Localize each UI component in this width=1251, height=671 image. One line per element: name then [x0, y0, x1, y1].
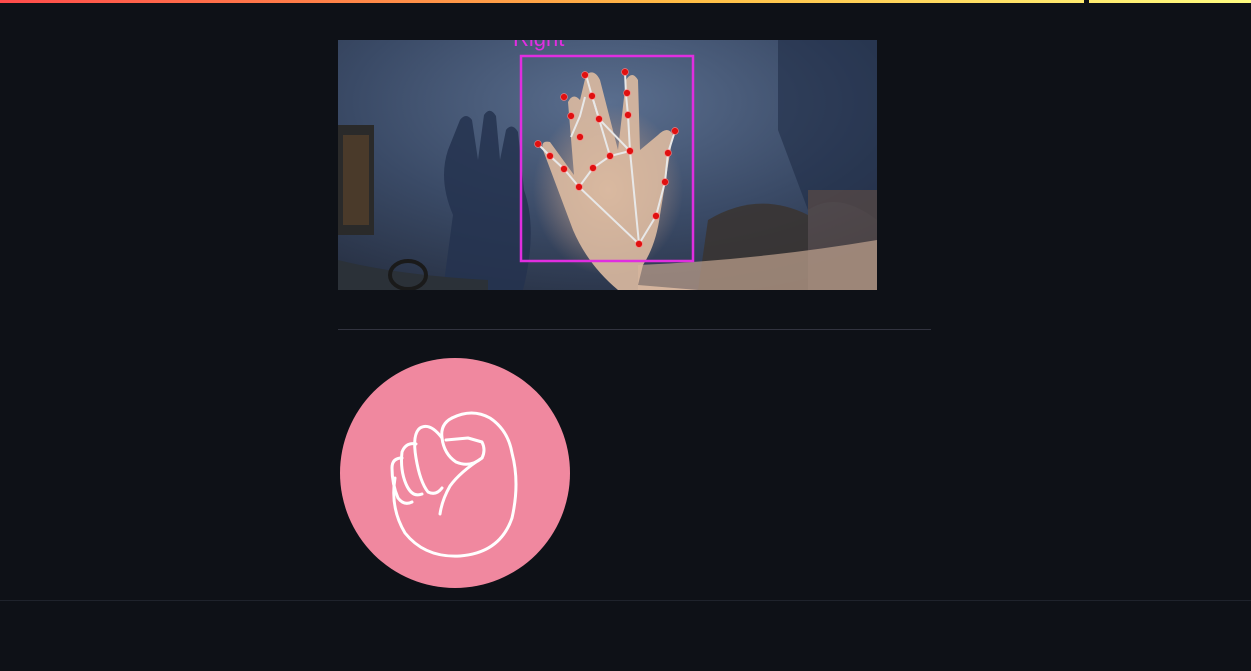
footer-divider: [0, 600, 1251, 601]
section-divider: [338, 329, 931, 330]
fist-icon: [340, 358, 570, 588]
handedness-label: Right: [513, 40, 564, 52]
top-decoration-bar: [0, 0, 1251, 3]
gesture-result-badge: [340, 358, 570, 588]
webcam-feed: Right: [338, 40, 877, 290]
webcam-image: [338, 40, 877, 290]
main-content: Right: [338, 40, 931, 588]
